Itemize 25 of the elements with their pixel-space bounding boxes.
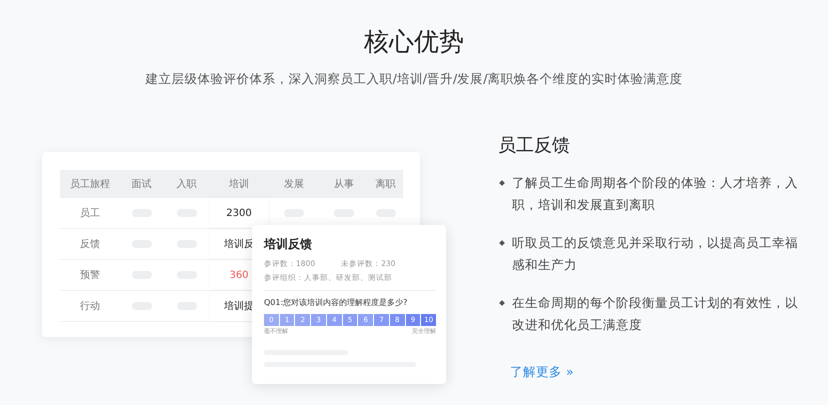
column-header: 从事	[333, 178, 355, 191]
column-header: 入职	[176, 178, 198, 191]
table-cell: 360	[229, 270, 249, 280]
section-subtitle: 建立层级体验评价体系，深入洞察员工入职/培训/晋升/发展/离职焕各个维度的实时体验满意度	[144, 70, 684, 88]
bullet-icon	[499, 300, 505, 306]
row-label: 预警	[80, 269, 100, 282]
section-title: 核心优势	[363, 26, 465, 58]
feature-text: 听取员工的反馈意见并采取行动，以提高员工幸福感和生产力	[512, 234, 799, 274]
bullet-icon	[499, 180, 505, 186]
question-text: Q01:您对该培训内容的理解程度是多少?	[264, 297, 408, 309]
column-header: 发展	[283, 178, 305, 191]
column-header: 员工旅程	[69, 178, 111, 191]
row-label: 员工	[80, 207, 100, 220]
column-header: 离职	[374, 178, 396, 191]
popup-title: 培训反馈	[264, 236, 313, 252]
feature-text: 了解员工生命周期各个阶段的体验：人才培养，入职，培训和发展直到离职	[512, 174, 799, 214]
row-label: 行动	[80, 300, 100, 313]
feature-title: 员工反馈	[498, 134, 571, 158]
feature-text: 在生命周期的每个阶段衡量员工计划的有效性，以改进和优化员工满意度	[512, 294, 799, 334]
learn-more-link[interactable]: 了解更多 »	[510, 364, 574, 381]
column-header: 面试	[130, 178, 152, 191]
column-header: 培训	[228, 178, 250, 191]
table-cell: 2300	[226, 208, 252, 218]
bullet-icon	[499, 240, 505, 246]
row-label: 反馈	[80, 238, 100, 251]
